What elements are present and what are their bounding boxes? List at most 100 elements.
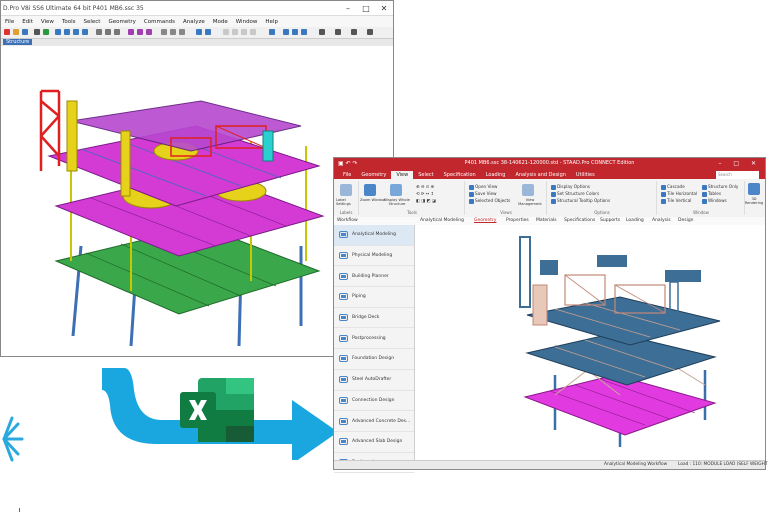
render-3d-icon[interactable] [748, 183, 760, 195]
menu-tools[interactable]: Tools [58, 19, 80, 25]
tab-utilities[interactable]: Utilities [571, 171, 600, 179]
select-beams-icon[interactable] [161, 29, 167, 35]
selected-objects-button[interactable]: Selected Objects [469, 198, 510, 204]
page-tab-materials[interactable]: Materials [536, 217, 557, 225]
page-tab-specifications[interactable]: Specifications [564, 217, 595, 225]
tab-file[interactable]: File [338, 171, 356, 179]
workflow-item[interactable]: Connection Design [334, 391, 414, 412]
view-tab[interactable]: Structure [3, 39, 33, 45]
zoom-out-icon[interactable] [64, 29, 70, 35]
save-view-button[interactable]: Save View [469, 191, 497, 197]
menu-edit[interactable]: Edit [18, 19, 37, 25]
open-view-button[interactable]: Open View [469, 184, 497, 190]
menu-analyze[interactable]: Analyze [179, 19, 209, 25]
pointer-icon[interactable] [34, 29, 40, 35]
rotate-tools-icon[interactable]: ⟲ ⟳ ↔ ↕ [416, 191, 434, 196]
rotate-z-icon[interactable] [114, 29, 120, 35]
display-whole-icon[interactable] [390, 184, 402, 196]
pan-icon[interactable] [82, 29, 88, 35]
dimension-icon[interactable] [205, 29, 211, 35]
cascade-button[interactable]: Cascade [661, 184, 685, 190]
page-tab-design[interactable]: Design [678, 217, 694, 225]
arrow-left-icon[interactable] [241, 29, 247, 35]
save-icon[interactable] [22, 29, 28, 35]
view-cube-icon[interactable]: ◧ ◨ ◩ ◪ [416, 198, 436, 203]
label-icon[interactable] [196, 29, 202, 35]
arrow-down-icon[interactable] [232, 29, 238, 35]
view-management-button[interactable]: View Management [516, 198, 544, 206]
tab-specification[interactable]: Specification [439, 171, 481, 179]
tab-loading[interactable]: Loading [481, 171, 511, 179]
beam-cursor-icon[interactable] [283, 29, 289, 35]
connect-3d-view[interactable] [415, 225, 765, 461]
maximize-icon[interactable]: □ [357, 4, 375, 13]
menu-geometry[interactable]: Geometry [104, 19, 139, 25]
workflow-item[interactable]: Postprocessing [334, 328, 414, 350]
page-tab-analytical-modeling[interactable]: Analytical Modeling [420, 217, 464, 225]
zoom-window-icon[interactable] [364, 184, 376, 196]
options-icon[interactable] [367, 29, 373, 35]
snap-icon[interactable] [335, 29, 341, 35]
render-icon[interactable] [351, 29, 357, 35]
label-settings-icon[interactable] [340, 184, 352, 196]
structure-only-button[interactable]: Structure Only [702, 184, 738, 190]
menu-select[interactable]: Select [80, 19, 105, 25]
window-controls[interactable]: – □ ✕ [718, 158, 761, 169]
arrow-right-icon[interactable] [250, 29, 256, 35]
render-3d-button[interactable]: 3D Rendering [744, 197, 764, 205]
close-icon[interactable]: ✕ [375, 4, 393, 13]
run-icon[interactable] [43, 29, 49, 35]
workflow-item[interactable]: Piping [334, 287, 414, 308]
tooltip-options-button[interactable]: Structural Tooltip Options [551, 198, 610, 204]
label-settings-button[interactable]: Label Settings [336, 198, 356, 206]
workflow-item[interactable]: Advanced Slab Design [334, 432, 414, 453]
zoom-window-icon[interactable] [73, 29, 79, 35]
rotate-y-icon[interactable] [105, 29, 111, 35]
new-icon[interactable] [4, 29, 10, 35]
menu-mode[interactable]: Mode [209, 19, 232, 25]
menu-file[interactable]: File [1, 19, 18, 25]
structure-colors-button[interactable]: Set Structure Colors [551, 191, 599, 197]
cursor-mode-icon[interactable] [269, 29, 275, 35]
workflow-item[interactable]: Physical Modeling [334, 246, 414, 267]
tile-horizontal-button[interactable]: Tile Horizontal [661, 191, 697, 197]
workflow-item[interactable]: Bridge Deck [334, 308, 414, 329]
node-cursor-icon[interactable] [292, 29, 298, 35]
workflow-item[interactable]: Foundation Design [334, 349, 414, 370]
workflow-item[interactable]: Building Planner [334, 266, 414, 288]
zoom-in-icon[interactable] [55, 29, 61, 35]
menu-commands[interactable]: Commands [140, 19, 179, 25]
tables-button[interactable]: Tables [702, 191, 721, 197]
workflow-item[interactable]: Advanced Concrete Des... [334, 411, 414, 432]
arrow-up-icon[interactable] [223, 29, 229, 35]
page-tab-loading[interactable]: Loading [626, 217, 644, 225]
select-plates-icon[interactable] [179, 29, 185, 35]
open-icon[interactable] [13, 29, 19, 35]
zoom-tools-icon[interactable]: ⊕ ⊖ ⊙ ⊕ [416, 184, 434, 189]
tile-vertical-button[interactable]: Tile Vertical [661, 198, 691, 204]
page-tab-analysis[interactable]: Analysis [652, 217, 671, 225]
rotate-icon[interactable] [96, 29, 102, 35]
windows-button[interactable]: Windows [702, 198, 727, 204]
front-view-icon[interactable] [137, 29, 143, 35]
minimize-icon[interactable]: – [339, 4, 357, 13]
workflow-item[interactable]: Analytical Modeling [334, 225, 414, 246]
menu-help[interactable]: Help [261, 19, 282, 25]
tab-select[interactable]: Select [413, 171, 438, 179]
side-view-icon[interactable] [146, 29, 152, 35]
page-tab-properties[interactable]: Properties [506, 217, 529, 225]
search-input[interactable]: Search [716, 171, 759, 179]
menu-view[interactable]: View [37, 19, 58, 25]
page-tab-geometry[interactable]: Geometry [474, 217, 496, 225]
page-tab-supports[interactable]: Supports [600, 217, 620, 225]
tab-analysis-design[interactable]: Analysis and Design [510, 171, 570, 179]
workflow-item[interactable]: Steel AutoDrafter [334, 370, 414, 391]
display-whole-button[interactable]: Display Whole Structure [382, 198, 412, 206]
view-management-icon[interactable] [522, 184, 534, 196]
select-nodes-icon[interactable] [170, 29, 176, 35]
tab-geometry[interactable]: Geometry [356, 171, 391, 179]
iso-view-icon[interactable] [128, 29, 134, 35]
quick-access-icon[interactable]: ▣ ↶ ↷ [338, 158, 358, 169]
grid-icon[interactable] [319, 29, 325, 35]
menu-window[interactable]: Window [232, 19, 262, 25]
